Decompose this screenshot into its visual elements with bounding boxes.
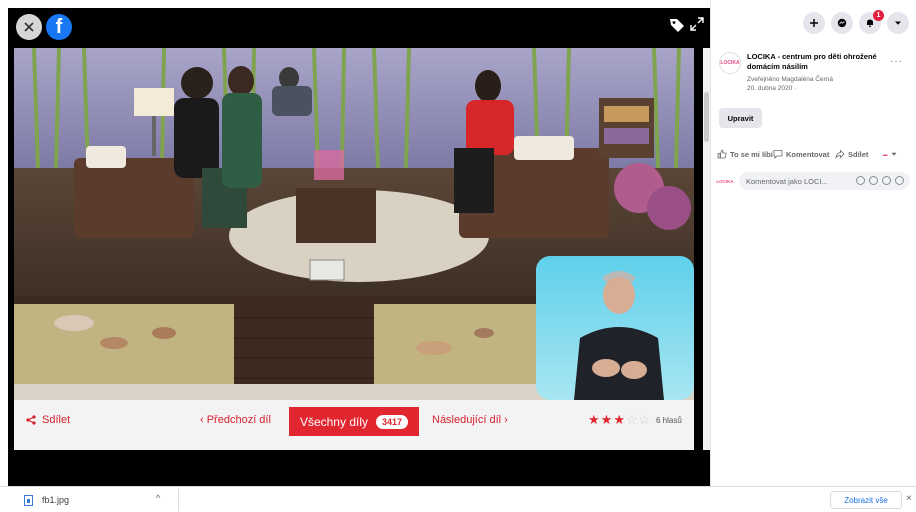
close-download-bar-button[interactable]: × [906,493,912,504]
viewer-top-bar: f [8,8,710,48]
download-bar: fb1.jpg ^ Zobrazit vše × [0,486,916,512]
like-label: To se mi líbí [730,149,773,159]
bell-icon [867,19,873,28]
caret-down-icon [891,152,896,156]
locika-mini-logo: ▬ [883,151,888,157]
post-date-line[interactable]: 20. dubna 2020 · [747,84,877,93]
messenger-icon [837,18,847,28]
chevron-up-icon[interactable]: ^ [156,493,160,503]
like-button[interactable]: To se mi líbí [717,146,773,162]
post-meta: Zveřejněno Magdaléna Černá 20. dubna 202… [747,75,877,93]
next-episode-link[interactable]: Následující díl › [432,414,508,426]
share-label: Sdílet [42,414,71,426]
screen: f Sdílet ‹ Předchozí díl Všechny díly 34… [0,0,916,512]
previous-episode-link[interactable]: ‹ Předchozí díl [200,414,271,426]
star-icon[interactable]: ★ [601,413,613,426]
post-author-line: Zveřejněno Magdaléna Černá [747,76,833,83]
page-name-link[interactable]: LOCIKA - centrum pro děti ohrožené domác… [747,52,877,72]
post-as-selector[interactable]: ▬ [883,146,897,162]
all-episodes-button[interactable]: Všechny díly 3417 [289,407,419,436]
share-arrow-icon [835,149,845,159]
download-file-name[interactable]: fb1.jpg [42,495,69,505]
show-all-downloads-button[interactable]: Zobrazit vše [830,491,902,509]
gif-icon[interactable] [882,176,891,185]
episode-count-badge: 3417 [376,414,409,429]
video-share-link[interactable]: Sdílet [26,414,70,426]
plus-icon [810,19,818,27]
comment-placeholder: Komentovat jako LOCI... [746,176,828,186]
share-button[interactable]: Sdílet [835,146,868,162]
scrollbar-thumb[interactable] [704,92,709,142]
notifications-badge: 1 [873,10,884,21]
caret-down-icon [895,21,901,25]
expand-icon[interactable] [689,16,705,32]
facebook-logo-button[interactable]: f [46,14,72,40]
emoji-icon[interactable] [856,176,865,185]
more-options-button[interactable]: ··· [890,56,903,67]
page-avatar[interactable]: LOCIKA [719,52,741,74]
star-icon[interactable]: ☆ [626,413,638,426]
rating-stars[interactable]: ★ ★ ★ ☆ ☆ [588,413,650,426]
account-menu-button[interactable] [887,12,909,34]
tag-icon[interactable] [668,16,686,34]
close-viewer-button[interactable] [16,14,42,40]
sticker-icon[interactable] [895,176,904,185]
close-icon [24,22,34,32]
image-file-icon [24,495,33,506]
comment-input[interactable]: Komentovat jako LOCI... [739,172,910,190]
photo-viewer: f Sdílet ‹ Předchozí díl Všechny díly 34… [8,8,710,486]
share-icon [26,415,36,425]
photo-image [14,48,694,400]
share-label: Sdílet [848,149,869,159]
video-player-bar: Sdílet ‹ Předchozí díl Všechny díly 3417… [14,400,694,450]
create-button[interactable] [803,12,825,34]
comment-label: Komentovat [786,149,830,159]
commenter-avatar-text: LOCIKA [716,178,734,184]
commenter-avatar: LOCIKA [716,174,734,188]
post-actions: To se mi líbí Komentovat Sdílet ▬ [717,146,913,162]
messenger-button[interactable] [831,12,853,34]
comment-button[interactable]: Komentovat [773,146,829,162]
star-icon[interactable]: ★ [613,413,625,426]
star-icon[interactable]: ★ [588,413,600,426]
facebook-logo-icon: f [55,16,63,38]
edit-button[interactable]: Upravit [719,108,762,128]
all-episodes-label: Všechny díly [299,414,368,429]
camera-icon[interactable] [869,176,878,185]
tv-studio-scene [14,48,694,400]
post-side-panel: 1 LOCIKA LOCIKA - centrum pro děti ohrož… [710,0,916,486]
star-icon[interactable]: ☆ [639,413,651,426]
page-avatar-text: LOCIKA [720,60,740,66]
comment-icon [773,150,783,159]
thumbs-up-icon [717,149,727,159]
rating-count: 6 hlasů [656,416,682,425]
comment-composer: LOCIKA Komentovat jako LOCI... [716,172,913,190]
comment-input-icons [856,176,904,185]
download-bar-divider [178,489,179,511]
